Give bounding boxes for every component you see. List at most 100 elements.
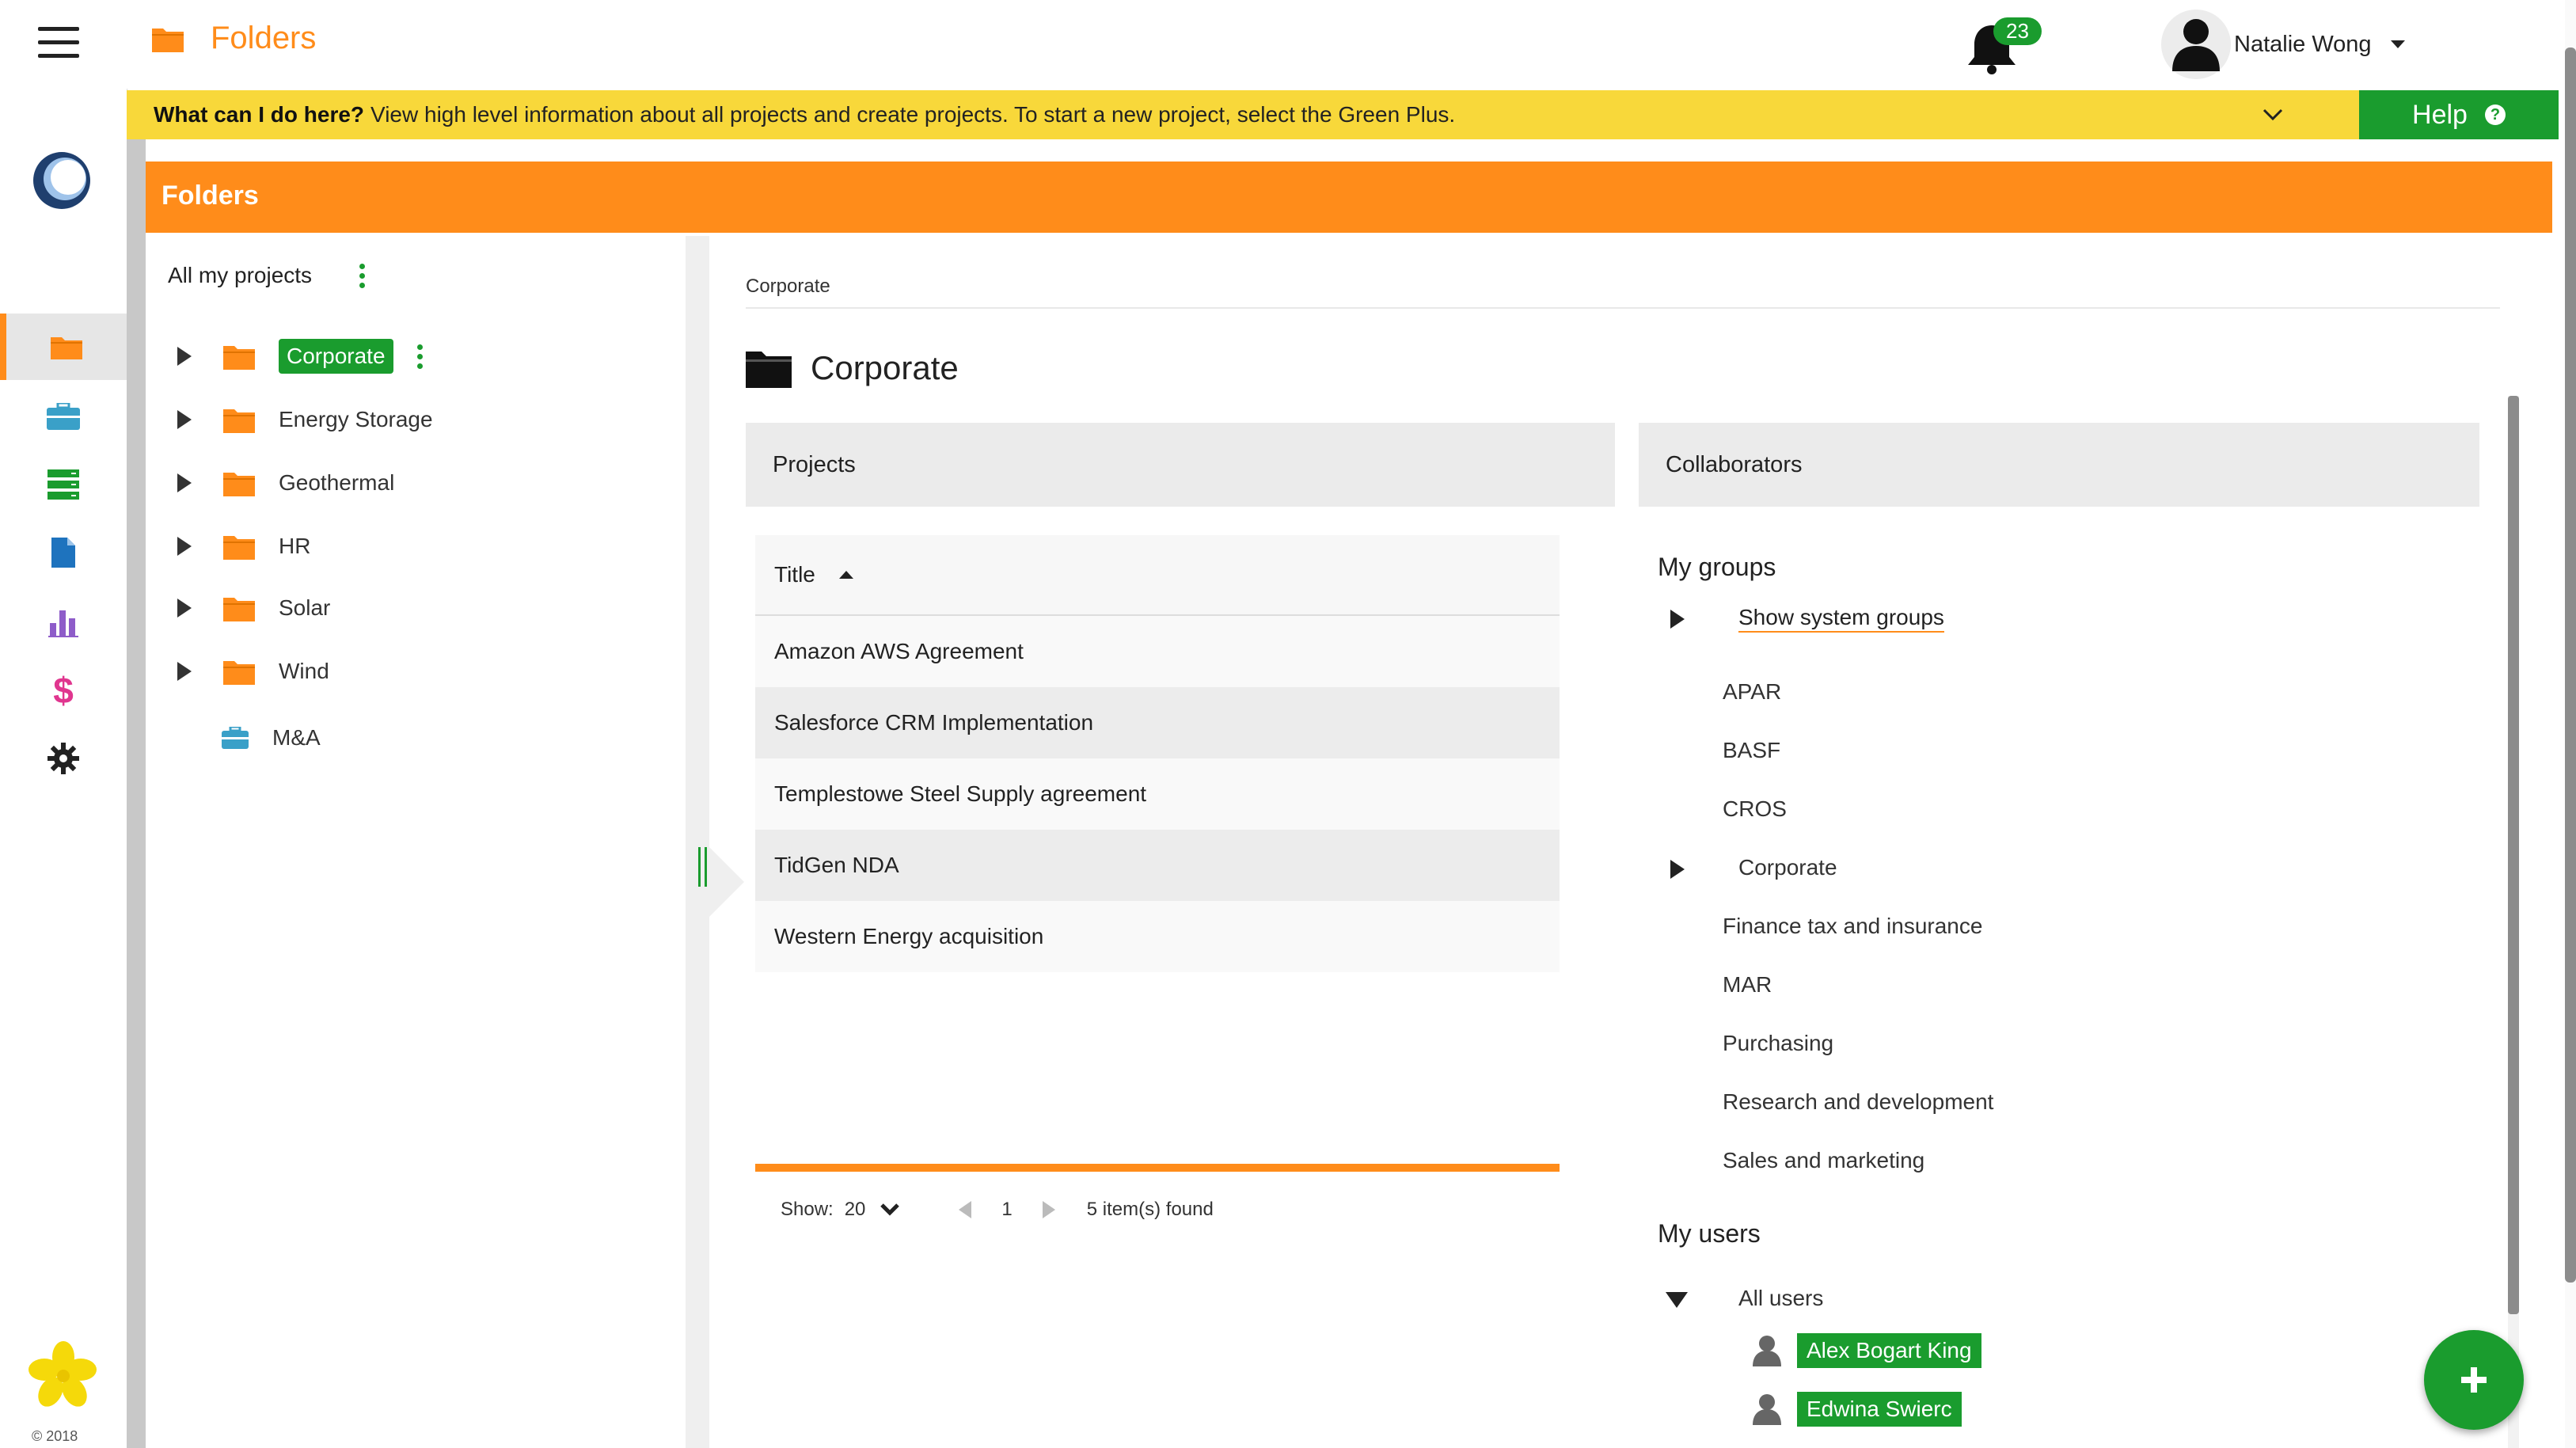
avatar xyxy=(2161,10,2231,79)
folder-icon xyxy=(223,598,255,621)
show-system-groups-label: Show system groups xyxy=(1738,605,1944,633)
group-item[interactable]: APAR xyxy=(1723,679,1781,705)
user-item[interactable]: Alex Bogart King xyxy=(1753,1333,1981,1368)
rail-database[interactable] xyxy=(0,451,127,518)
selection-pointer xyxy=(709,847,744,917)
table-row[interactable]: Western Energy acquisition xyxy=(755,901,1560,972)
user-name: Natalie Wong xyxy=(2234,31,2372,57)
rail-settings[interactable] xyxy=(0,725,127,792)
group-item[interactable]: CROS xyxy=(1723,796,1787,822)
menu-icon[interactable] xyxy=(38,27,79,59)
tab-projects[interactable]: Projects xyxy=(746,423,1615,507)
pane-divider xyxy=(686,236,709,1448)
rail-finance[interactable]: $ xyxy=(0,657,127,724)
group-item[interactable]: Finance tax and insurance xyxy=(1723,914,1982,939)
tree-item-m-and-a[interactable]: M&A xyxy=(222,714,321,762)
table-row[interactable]: Salesforce CRM Implementation xyxy=(755,687,1560,758)
tab-collaborators-label: Collaborators xyxy=(1666,451,1803,477)
tree-item-energy-storage[interactable]: Energy Storage xyxy=(177,396,433,443)
tree-item-wind[interactable]: Wind xyxy=(177,648,329,695)
expand-arrow-icon[interactable] xyxy=(1670,610,1685,629)
folder-icon xyxy=(51,337,82,359)
pagination: Show: 20 1 5 item(s) found xyxy=(781,1199,1214,1221)
panel-title: Folders xyxy=(161,181,259,211)
panel-gutter xyxy=(127,139,146,1448)
notification-count[interactable]: 23 xyxy=(1993,17,2042,45)
banner-text: View high level information about all pr… xyxy=(370,102,1456,127)
table-cell: Salesforce CRM Implementation xyxy=(774,710,1094,735)
folder-icon xyxy=(223,473,255,496)
tree-item-geothermal[interactable]: Geothermal xyxy=(177,459,394,507)
tab-collaborators[interactable]: Collaborators xyxy=(1639,423,2479,507)
tree-item-label: Wind xyxy=(279,659,329,683)
table-row[interactable]: Amazon AWS Agreement xyxy=(755,616,1560,687)
loading-bar xyxy=(755,1164,1560,1172)
resize-handle[interactable] xyxy=(697,847,709,887)
user-chip: Alex Bogart King xyxy=(1797,1333,1981,1368)
more-options-icon[interactable] xyxy=(416,344,423,369)
user-item[interactable]: Edwina Swierc xyxy=(1753,1392,1962,1427)
tree-header-label: All my projects xyxy=(168,263,313,287)
add-project-button[interactable] xyxy=(2424,1330,2524,1430)
tree-item-label: Energy Storage xyxy=(279,407,433,431)
server-icon xyxy=(47,469,79,500)
user-icon xyxy=(1753,1336,1781,1366)
group-item[interactable]: Corporate xyxy=(1738,855,1837,880)
group-item[interactable]: MAR xyxy=(1723,972,1772,998)
user-chip: Edwina Swierc xyxy=(1797,1392,1962,1427)
all-users-item[interactable]: All users xyxy=(1738,1286,1823,1311)
table-cell: Western Energy acquisition xyxy=(774,924,1044,948)
breadcrumb[interactable]: Corporate xyxy=(746,276,830,298)
expand-arrow-icon[interactable] xyxy=(177,662,192,681)
group-item[interactable]: BASF xyxy=(1723,738,1780,763)
show-system-groups-link[interactable]: Show system groups xyxy=(1738,605,1944,633)
expand-arrow-icon[interactable] xyxy=(177,347,192,366)
app-title: Folders xyxy=(211,21,317,55)
page-size-select[interactable]: 20 xyxy=(845,1199,866,1221)
window-scrollbar-thumb[interactable] xyxy=(2565,48,2576,1283)
column-header-title[interactable]: Title xyxy=(755,535,1560,616)
expand-arrow-icon[interactable] xyxy=(177,599,192,618)
expand-arrow-icon[interactable] xyxy=(177,410,192,429)
rail-projects[interactable] xyxy=(0,383,127,450)
chevron-down-icon[interactable] xyxy=(880,1202,900,1218)
next-page-icon[interactable] xyxy=(1042,1201,1055,1218)
briefcase-icon xyxy=(222,727,249,749)
collapse-arrow-icon[interactable] xyxy=(1666,1292,1688,1308)
document-icon xyxy=(51,538,75,568)
tree-item-solar[interactable]: Solar xyxy=(177,584,330,632)
tab-projects-label: Projects xyxy=(773,451,856,477)
dollar-icon: $ xyxy=(53,670,74,711)
previous-page-icon[interactable] xyxy=(959,1201,972,1218)
tree-item-hr[interactable]: HR xyxy=(177,523,310,570)
column-header-label: Title xyxy=(774,562,815,587)
help-label: Help xyxy=(2412,99,2468,130)
table-row[interactable]: Templestowe Steel Supply agreement xyxy=(755,758,1560,830)
tree-item-label: Geothermal xyxy=(279,470,395,495)
tree-header: All my projects xyxy=(168,263,366,288)
chevron-down-icon[interactable] xyxy=(2261,103,2285,127)
expand-arrow-icon[interactable] xyxy=(1670,860,1685,879)
rail-reports[interactable] xyxy=(0,589,127,656)
table-row[interactable]: TidGen NDA xyxy=(755,830,1560,901)
breadcrumb-divider xyxy=(746,307,2500,309)
more-options-icon[interactable] xyxy=(359,263,366,288)
group-item[interactable]: Purchasing xyxy=(1723,1031,1833,1056)
show-label: Show: xyxy=(781,1199,834,1220)
tree-item-label: M&A xyxy=(272,725,321,750)
content-scrollbar-thumb[interactable] xyxy=(2508,396,2519,1314)
table-cell: Templestowe Steel Supply agreement xyxy=(774,781,1147,806)
group-item[interactable]: Sales and marketing xyxy=(1723,1148,1924,1173)
group-item[interactable]: Research and development xyxy=(1723,1089,1993,1115)
user-menu[interactable]: Natalie Wong xyxy=(2161,10,2405,79)
briefcase-icon xyxy=(47,403,80,430)
expand-arrow-icon[interactable] xyxy=(177,473,192,492)
rail-documents[interactable] xyxy=(0,519,127,586)
tree-item-corporate[interactable]: Corporate xyxy=(177,333,423,380)
expand-arrow-icon[interactable] xyxy=(177,537,192,556)
chart-icon xyxy=(48,610,78,637)
rail-folders[interactable] xyxy=(0,314,127,380)
chevron-down-icon xyxy=(2390,40,2405,48)
folder-icon xyxy=(223,661,255,685)
help-button[interactable]: Help ? xyxy=(2359,90,2559,139)
